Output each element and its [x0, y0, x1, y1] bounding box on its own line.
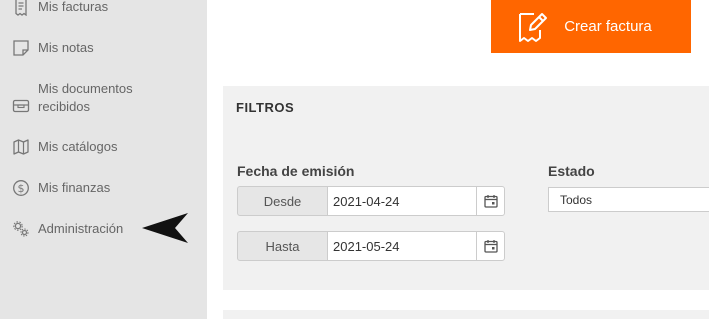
sidebar-item-label: Mis finanzas — [38, 180, 111, 195]
sidebar-item-mis-facturas[interactable]: Mis facturas — [12, 0, 108, 16]
create-invoice-button[interactable]: Crear factura — [491, 0, 691, 53]
sidebar-item-label: Administración — [38, 221, 124, 236]
results-panel — [223, 310, 709, 319]
calendar-icon — [483, 240, 498, 253]
edit-document-icon — [516, 10, 548, 44]
gears-icon — [12, 220, 30, 238]
desde-calendar-button[interactable] — [476, 186, 505, 216]
estado-label: Estado — [548, 163, 595, 179]
inbox-icon — [12, 99, 30, 113]
hasta-label: Hasta — [237, 231, 328, 261]
desde-date-input[interactable]: 2021-04-24 — [327, 186, 477, 216]
hasta-calendar-button[interactable] — [476, 231, 505, 261]
sidebar-item-label: Mis notas — [38, 40, 94, 55]
note-icon — [12, 39, 30, 57]
pointer-arrow-icon — [142, 213, 188, 243]
create-invoice-label: Crear factura — [564, 18, 652, 35]
invoice-icon — [12, 0, 30, 16]
sidebar-item-label: Mis catálogos — [38, 139, 118, 154]
sidebar: Mis facturas Mis notas Mis documentos re… — [0, 0, 207, 319]
sidebar-item-mis-finanzas[interactable]: $ Mis finanzas — [12, 179, 110, 197]
sidebar-item-mis-notas[interactable]: Mis notas — [12, 39, 94, 57]
dollar-coin-icon: $ — [12, 179, 30, 197]
sidebar-item-mis-catalogos[interactable]: Mis catálogos — [12, 138, 117, 156]
sidebar-item-administracion[interactable]: Administración — [12, 220, 123, 238]
map-icon — [12, 138, 30, 156]
filters-panel: FILTROS Fecha de emisión Desde 2021-04-2… — [223, 86, 709, 290]
desde-label: Desde — [237, 186, 328, 216]
sidebar-item-label: Mis documentos recibidos — [38, 81, 133, 114]
sidebar-item-label: Mis facturas — [38, 0, 109, 14]
hasta-date-input[interactable]: 2021-05-24 — [327, 231, 477, 261]
svg-text:$: $ — [18, 182, 25, 195]
filters-title: FILTROS — [236, 100, 295, 115]
calendar-icon — [483, 195, 498, 208]
sidebar-item-mis-documentos-recibidos[interactable]: Mis documentos recibidos — [12, 80, 202, 116]
estado-select[interactable]: Todos — [548, 187, 709, 212]
fecha-emision-label: Fecha de emisión — [237, 163, 355, 179]
